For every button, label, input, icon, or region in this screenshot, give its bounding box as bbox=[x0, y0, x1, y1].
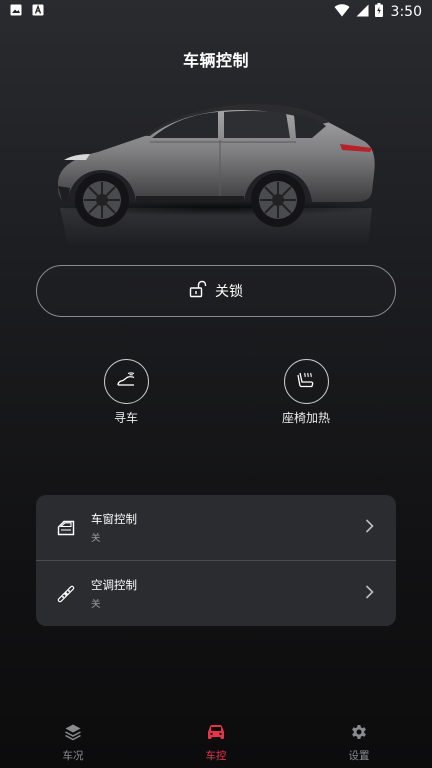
gear-icon bbox=[350, 723, 368, 745]
seat-heat-action[interactable]: 座椅加热 bbox=[266, 359, 346, 426]
text-icon bbox=[32, 4, 44, 20]
image-icon bbox=[10, 4, 22, 20]
fan-icon bbox=[56, 584, 76, 604]
wifi-icon bbox=[334, 3, 350, 21]
nav-vehicle-control[interactable]: 车控 bbox=[176, 718, 256, 768]
find-car-label: 寻车 bbox=[113, 411, 138, 425]
ac-control-title: 空调控制 bbox=[91, 578, 137, 592]
find-car-action[interactable]: 寻车 bbox=[86, 359, 166, 426]
window-control-status: 关 bbox=[91, 533, 101, 544]
chevron-right-icon bbox=[365, 584, 374, 603]
lock-button-label: 关锁 bbox=[215, 284, 243, 300]
battery-charging-icon bbox=[374, 3, 383, 21]
layers-icon bbox=[64, 723, 82, 745]
nav-label: 车况 bbox=[62, 750, 84, 762]
signal-icon bbox=[356, 4, 369, 21]
status-left bbox=[10, 4, 44, 20]
seat-heat-button[interactable] bbox=[283, 359, 329, 404]
find-car-icon bbox=[115, 371, 137, 392]
status-time: 3:50 bbox=[390, 4, 422, 20]
window-icon bbox=[56, 518, 76, 538]
car-image bbox=[50, 96, 382, 271]
ac-control-status: 关 bbox=[91, 599, 101, 610]
seat-heat-icon bbox=[296, 370, 316, 394]
nav-label: 车控 bbox=[205, 750, 227, 762]
window-control-title: 车窗控制 bbox=[91, 512, 137, 526]
nav-label: 设置 bbox=[348, 750, 370, 762]
page-title: 车辆控制 bbox=[182, 51, 249, 70]
status-bar: 3:50 bbox=[0, 0, 432, 24]
bottom-nav: 车况 车控 设置 bbox=[0, 718, 432, 768]
unlock-icon bbox=[189, 280, 207, 302]
seat-heat-label: 座椅加热 bbox=[281, 411, 330, 425]
nav-settings[interactable]: 设置 bbox=[319, 718, 399, 768]
car-icon bbox=[206, 723, 226, 745]
nav-vehicle-status[interactable]: 车况 bbox=[33, 718, 113, 768]
lock-button[interactable]: 关锁 bbox=[36, 265, 396, 317]
chevron-right-icon bbox=[365, 518, 374, 537]
ac-control-row[interactable]: 空调控制 关 bbox=[36, 561, 396, 626]
status-right: 3:50 bbox=[334, 3, 422, 21]
find-car-button[interactable] bbox=[103, 359, 149, 404]
control-card: 车窗控制 关 空调控制 关 bbox=[36, 495, 396, 626]
window-control-row[interactable]: 车窗控制 关 bbox=[36, 495, 396, 560]
